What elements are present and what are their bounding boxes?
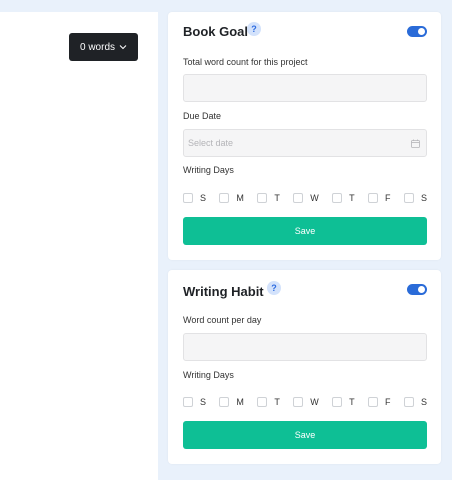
word-count-per-day-input[interactable] bbox=[183, 333, 427, 361]
checkbox[interactable] bbox=[257, 397, 268, 407]
day-checkbox-saturday[interactable]: S bbox=[403, 395, 427, 409]
checkbox[interactable] bbox=[403, 193, 414, 203]
writing-days-label: Writing Days bbox=[183, 370, 234, 380]
book-goal-title: Book Goal bbox=[183, 24, 249, 39]
day-checkbox-thursday[interactable]: T bbox=[332, 395, 355, 409]
day-label: T bbox=[274, 397, 280, 407]
day-checkbox-sunday[interactable]: S bbox=[183, 191, 206, 205]
checkbox[interactable] bbox=[219, 397, 230, 407]
day-label: W bbox=[310, 193, 319, 203]
checkbox[interactable] bbox=[293, 193, 304, 203]
day-checkbox-thursday[interactable]: T bbox=[332, 191, 355, 205]
checkbox[interactable] bbox=[183, 397, 193, 407]
day-label: S bbox=[420, 397, 427, 407]
writing-habit-title: Writing Habit bbox=[183, 284, 264, 299]
day-label: W bbox=[310, 397, 319, 407]
writing-days-checkboxes: S M T W T F S bbox=[183, 395, 427, 409]
day-label: F bbox=[385, 397, 391, 407]
total-word-count-label: Total word count for this project bbox=[183, 57, 308, 67]
due-date-placeholder: Select date bbox=[188, 138, 234, 148]
day-label: M bbox=[236, 397, 244, 407]
day-checkbox-wednesday[interactable]: W bbox=[293, 395, 319, 409]
checkbox[interactable] bbox=[368, 193, 379, 203]
day-checkbox-saturday[interactable]: S bbox=[403, 191, 427, 205]
checkbox[interactable] bbox=[332, 193, 343, 203]
checkbox[interactable] bbox=[183, 193, 193, 203]
day-label: T bbox=[274, 193, 280, 203]
writing-days-checkboxes: S M T W T F S bbox=[183, 191, 427, 205]
book-goal-toggle[interactable] bbox=[407, 26, 427, 37]
due-date-label: Due Date bbox=[183, 111, 222, 121]
due-date-input[interactable]: Select date bbox=[183, 129, 427, 157]
book-goal-save-button[interactable]: Save bbox=[183, 217, 427, 245]
word-count-per-day-label: Word count per day bbox=[183, 315, 262, 325]
day-label: S bbox=[200, 193, 207, 203]
day-checkbox-wednesday[interactable]: W bbox=[293, 191, 319, 205]
day-label: T bbox=[349, 193, 355, 203]
day-checkbox-monday[interactable]: M bbox=[219, 395, 244, 409]
day-label: S bbox=[200, 397, 207, 407]
writing-habit-toggle[interactable] bbox=[407, 284, 427, 295]
checkbox[interactable] bbox=[293, 397, 304, 407]
checkbox[interactable] bbox=[257, 193, 268, 203]
help-icon[interactable]: ? bbox=[267, 281, 281, 295]
checkbox[interactable] bbox=[332, 397, 343, 407]
book-goal-card: Book Goal ? Total word count for this pr… bbox=[168, 12, 441, 260]
day-label: T bbox=[349, 397, 355, 407]
day-checkbox-friday[interactable]: F bbox=[368, 191, 391, 205]
day-label: S bbox=[420, 193, 427, 203]
total-word-count-input[interactable] bbox=[183, 74, 427, 102]
day-checkbox-tuesday[interactable]: T bbox=[257, 395, 280, 409]
help-icon[interactable]: ? bbox=[247, 22, 261, 36]
chevron-down-icon bbox=[119, 45, 127, 50]
checkbox[interactable] bbox=[403, 397, 414, 407]
day-checkbox-tuesday[interactable]: T bbox=[257, 191, 280, 205]
word-count-dropdown[interactable]: 0 words bbox=[69, 33, 138, 61]
writing-habit-card: Writing Habit ? Word count per day Writi… bbox=[168, 270, 441, 464]
word-count-label: 0 words bbox=[79, 41, 115, 53]
writing-days-label: Writing Days bbox=[183, 165, 234, 175]
checkbox[interactable] bbox=[219, 193, 230, 203]
day-checkbox-friday[interactable]: F bbox=[368, 395, 391, 409]
checkbox[interactable] bbox=[368, 397, 379, 407]
day-label: F bbox=[385, 193, 391, 203]
day-checkbox-sunday[interactable]: S bbox=[183, 395, 206, 409]
editor-pane: 0 words bbox=[0, 12, 158, 480]
calendar-icon bbox=[411, 139, 420, 148]
day-label: M bbox=[236, 193, 244, 203]
day-checkbox-monday[interactable]: M bbox=[219, 191, 244, 205]
writing-habit-save-button[interactable]: Save bbox=[183, 421, 427, 449]
